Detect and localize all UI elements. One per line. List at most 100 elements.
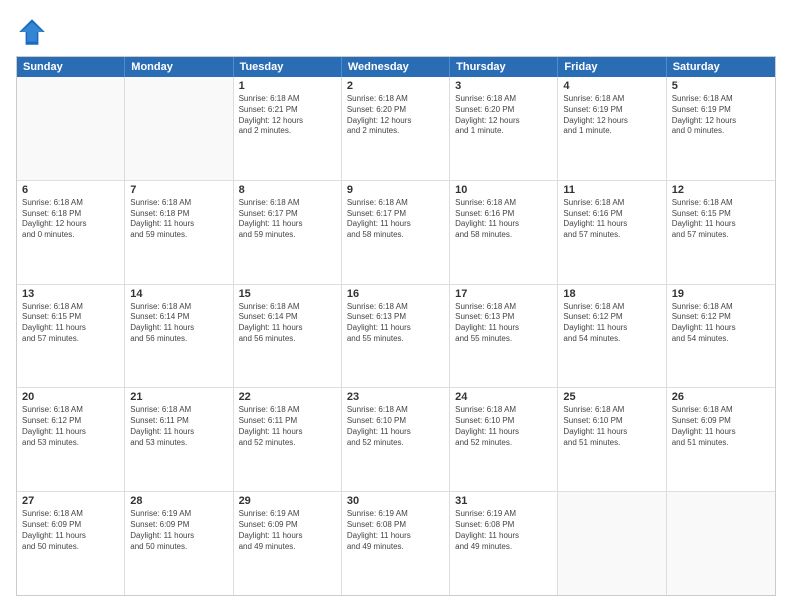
calendar-cell: 5 Sunrise: 6:18 AMSunset: 6:19 PMDaylight…: [667, 77, 775, 180]
calendar-cell: 17 Sunrise: 6:18 AMSunset: 6:13 PMDayligh…: [450, 285, 558, 388]
day-number: 6: [22, 184, 119, 196]
day-number: 11: [563, 184, 660, 196]
day-info: Sunrise: 6:18 AMSunset: 6:10 PMDaylight:…: [563, 405, 660, 448]
day-number: 19: [672, 288, 770, 300]
calendar-header: SundayMondayTuesdayWednesdayThursdayFrid…: [17, 57, 775, 77]
calendar-cell: [558, 492, 666, 595]
day-number: 12: [672, 184, 770, 196]
day-number: 26: [672, 391, 770, 403]
day-number: 30: [347, 495, 444, 507]
calendar-cell: 29Sunrise: 6:19 AMSunset: 6:09 PMDayligh…: [234, 492, 342, 595]
calendar-cell: 2 Sunrise: 6:18 AMSunset: 6:20 PMDaylight…: [342, 77, 450, 180]
calendar-cell: 10 Sunrise: 6:18 AMSunset: 6:16 PMDayligh…: [450, 181, 558, 284]
calendar-cell: 11 Sunrise: 6:18 AMSunset: 6:16 PMDayligh…: [558, 181, 666, 284]
day-number: 14: [130, 288, 227, 300]
day-info: Sunrise: 6:18 AMSunset: 6:18 PMDaylight:…: [130, 198, 227, 241]
day-info: Sunrise: 6:19 AMSunset: 6:09 PMDaylight:…: [130, 509, 227, 552]
day-number: 16: [347, 288, 444, 300]
day-info: Sunrise: 6:18 AMSunset: 6:16 PMDaylight:…: [455, 198, 552, 241]
calendar-cell: 13 Sunrise: 6:18 AMSunset: 6:15 PMDayligh…: [17, 285, 125, 388]
header-day-tuesday: Tuesday: [234, 57, 342, 77]
logo-icon: [16, 16, 48, 48]
day-info: Sunrise: 6:18 AMSunset: 6:19 PMDaylight:…: [672, 94, 770, 137]
day-number: 7: [130, 184, 227, 196]
header-day-friday: Friday: [558, 57, 666, 77]
day-info: Sunrise: 6:18 AMSunset: 6:10 PMDaylight:…: [455, 405, 552, 448]
calendar-cell: 20 Sunrise: 6:18 AMSunset: 6:12 PMDayligh…: [17, 388, 125, 491]
calendar-cell: 21 Sunrise: 6:18 AMSunset: 6:11 PMDayligh…: [125, 388, 233, 491]
page: SundayMondayTuesdayWednesdayThursdayFrid…: [0, 0, 792, 612]
day-number: 3: [455, 80, 552, 92]
calendar-cell: 28Sunrise: 6:19 AMSunset: 6:09 PMDayligh…: [125, 492, 233, 595]
header-day-thursday: Thursday: [450, 57, 558, 77]
day-number: 31: [455, 495, 552, 507]
day-number: 8: [239, 184, 336, 196]
day-number: 20: [22, 391, 119, 403]
calendar-row-1: 1Sunrise: 6:18 AMSunset: 6:21 PMDaylight…: [17, 77, 775, 181]
day-info: Sunrise: 6:18 AMSunset: 6:18 PMDaylight:…: [22, 198, 119, 241]
day-info: Sunrise: 6:18 AMSunset: 6:12 PMDaylight:…: [563, 302, 660, 345]
day-info: Sunrise: 6:18 AMSunset: 6:12 PMDaylight:…: [22, 405, 119, 448]
calendar-cell: 26Sunrise: 6:18 AMSunset: 6:09 PMDayligh…: [667, 388, 775, 491]
day-info: Sunrise: 6:18 AMSunset: 6:17 PMDaylight:…: [347, 198, 444, 241]
day-number: 23: [347, 391, 444, 403]
calendar-cell: 18 Sunrise: 6:18 AMSunset: 6:12 PMDayligh…: [558, 285, 666, 388]
day-number: 10: [455, 184, 552, 196]
day-number: 24: [455, 391, 552, 403]
calendar-cell: [17, 77, 125, 180]
calendar-cell: [667, 492, 775, 595]
day-info: Sunrise: 6:18 AMSunset: 6:20 PMDaylight:…: [455, 94, 552, 137]
day-info: Sunrise: 6:18 AMSunset: 6:12 PMDaylight:…: [672, 302, 770, 345]
calendar-cell: 14 Sunrise: 6:18 AMSunset: 6:14 PMDayligh…: [125, 285, 233, 388]
day-number: 29: [239, 495, 336, 507]
day-number: 1: [239, 80, 336, 92]
day-number: 27: [22, 495, 119, 507]
day-number: 2: [347, 80, 444, 92]
calendar-cell: 7 Sunrise: 6:18 AMSunset: 6:18 PMDaylight…: [125, 181, 233, 284]
day-info: Sunrise: 6:18 AMSunset: 6:10 PMDaylight:…: [347, 405, 444, 448]
day-info: Sunrise: 6:18 AMSunset: 6:11 PMDaylight:…: [239, 405, 336, 448]
day-number: 5: [672, 80, 770, 92]
calendar-cell: 23 Sunrise: 6:18 AMSunset: 6:10 PMDayligh…: [342, 388, 450, 491]
day-number: 21: [130, 391, 227, 403]
calendar-cell: 30 Sunrise: 6:19 AMSunset: 6:08 PMDayligh…: [342, 492, 450, 595]
day-number: 18: [563, 288, 660, 300]
day-info: Sunrise: 6:18 AMSunset: 6:13 PMDaylight:…: [347, 302, 444, 345]
day-info: Sunrise: 6:18 AMSunset: 6:19 PMDaylight:…: [563, 94, 660, 137]
calendar-row-4: 20 Sunrise: 6:18 AMSunset: 6:12 PMDayligh…: [17, 388, 775, 492]
day-info: Sunrise: 6:19 AMSunset: 6:08 PMDaylight:…: [455, 509, 552, 552]
day-info: Sunrise: 6:18 AMSunset: 6:15 PMDaylight:…: [22, 302, 119, 345]
header: [16, 16, 776, 48]
calendar-cell: 16 Sunrise: 6:18 AMSunset: 6:13 PMDayligh…: [342, 285, 450, 388]
header-day-sunday: Sunday: [17, 57, 125, 77]
day-number: 4: [563, 80, 660, 92]
day-number: 17: [455, 288, 552, 300]
day-info: Sunrise: 6:19 AMSunset: 6:08 PMDaylight:…: [347, 509, 444, 552]
day-number: 25: [563, 391, 660, 403]
calendar-cell: 12 Sunrise: 6:18 AMSunset: 6:15 PMDayligh…: [667, 181, 775, 284]
calendar-body: 1Sunrise: 6:18 AMSunset: 6:21 PMDaylight…: [17, 77, 775, 595]
day-number: 13: [22, 288, 119, 300]
day-info: Sunrise: 6:18 AMSunset: 6:17 PMDaylight:…: [239, 198, 336, 241]
calendar-row-3: 13 Sunrise: 6:18 AMSunset: 6:15 PMDayligh…: [17, 285, 775, 389]
calendar-cell: 8 Sunrise: 6:18 AMSunset: 6:17 PMDaylight…: [234, 181, 342, 284]
calendar-cell: 31 Sunrise: 6:19 AMSunset: 6:08 PMDayligh…: [450, 492, 558, 595]
day-info: Sunrise: 6:18 AMSunset: 6:20 PMDaylight:…: [347, 94, 444, 137]
day-info: Sunrise: 6:18 AMSunset: 6:14 PMDaylight:…: [239, 302, 336, 345]
calendar-cell: 1Sunrise: 6:18 AMSunset: 6:21 PMDaylight…: [234, 77, 342, 180]
day-info: Sunrise: 6:18 AMSunset: 6:16 PMDaylight:…: [563, 198, 660, 241]
header-day-wednesday: Wednesday: [342, 57, 450, 77]
calendar-row-2: 6 Sunrise: 6:18 AMSunset: 6:18 PMDaylight…: [17, 181, 775, 285]
day-info: Sunrise: 6:18 AMSunset: 6:15 PMDaylight:…: [672, 198, 770, 241]
calendar-cell: [125, 77, 233, 180]
calendar-cell: 9 Sunrise: 6:18 AMSunset: 6:17 PMDaylight…: [342, 181, 450, 284]
header-day-saturday: Saturday: [667, 57, 775, 77]
calendar-cell: 19 Sunrise: 6:18 AMSunset: 6:12 PMDayligh…: [667, 285, 775, 388]
day-info: Sunrise: 6:18 AMSunset: 6:14 PMDaylight:…: [130, 302, 227, 345]
calendar-cell: 25 Sunrise: 6:18 AMSunset: 6:10 PMDayligh…: [558, 388, 666, 491]
day-info: Sunrise: 6:18 AMSunset: 6:13 PMDaylight:…: [455, 302, 552, 345]
calendar-cell: 27Sunrise: 6:18 AMSunset: 6:09 PMDayligh…: [17, 492, 125, 595]
day-number: 9: [347, 184, 444, 196]
day-info: Sunrise: 6:18 AMSunset: 6:11 PMDaylight:…: [130, 405, 227, 448]
header-day-monday: Monday: [125, 57, 233, 77]
